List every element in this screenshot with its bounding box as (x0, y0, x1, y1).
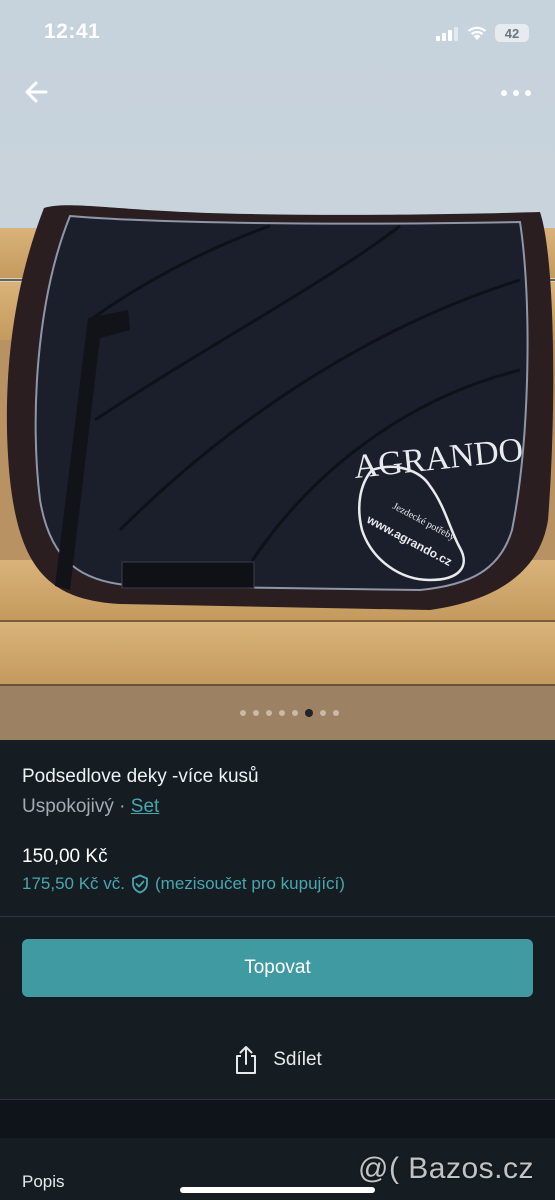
listing-subtitle: Uspokojivý · Set (22, 796, 159, 818)
condition-text: Uspokojivý (22, 796, 114, 817)
subtitle-separator: · (113, 796, 131, 817)
pager-dot[interactable] (292, 710, 298, 716)
status-bar: 12:41 42 (0, 0, 555, 66)
share-label: Sdílet (273, 1049, 322, 1070)
signal-icon (436, 27, 458, 41)
price-total-value: 175,50 Kč vč. (22, 874, 126, 893)
more-horizontal-icon (501, 90, 531, 96)
actions-panel: Topovat Sdílet (0, 917, 555, 1099)
saddle-pad-image: AGRANDO Jezdecké potřeby www.agrando.cz (0, 0, 555, 740)
share-button[interactable]: Sdílet (0, 1037, 555, 1083)
more-options-button[interactable] (496, 74, 536, 110)
pager-dot-active[interactable] (305, 709, 313, 717)
price-total-note[interactable]: (mezisoučet pro kupující) (155, 874, 345, 894)
price-total-row: 175,50 Kč vč. (mezisoučet pro kupující) (22, 874, 345, 894)
listing-price: 150,00 Kč (22, 846, 108, 867)
bazos-watermark: @( Bazos.cz (358, 1152, 534, 1185)
home-indicator[interactable] (180, 1187, 375, 1193)
battery-level: 42 (504, 25, 520, 41)
listing-photo[interactable]: AGRANDO Jezdecké potřeby www.agrando.cz … (0, 0, 555, 740)
pager-dot[interactable] (266, 710, 272, 716)
shield-check-icon (132, 874, 148, 894)
wifi-icon (467, 26, 487, 40)
section-gap (0, 1100, 555, 1138)
listing-title: Podsedlove deky -více kusů (22, 766, 259, 787)
description-title: Popis (22, 1172, 65, 1191)
share-icon (236, 1046, 257, 1074)
listing-details: Podsedlove deky -více kusů Uspokojivý · … (0, 740, 555, 916)
back-button[interactable] (20, 74, 56, 110)
photo-pager[interactable] (0, 706, 555, 720)
pager-dot[interactable] (333, 710, 339, 716)
pager-dot[interactable] (240, 710, 246, 716)
category-link[interactable]: Set (131, 796, 160, 817)
arrow-left-icon (25, 81, 48, 103)
pager-dot[interactable] (253, 710, 259, 716)
battery-icon: 42 (495, 24, 529, 42)
promote-button[interactable]: Topovat (22, 939, 533, 997)
status-time: 12:41 (44, 20, 101, 43)
pager-dot[interactable] (320, 710, 326, 716)
pager-dot[interactable] (279, 710, 285, 716)
